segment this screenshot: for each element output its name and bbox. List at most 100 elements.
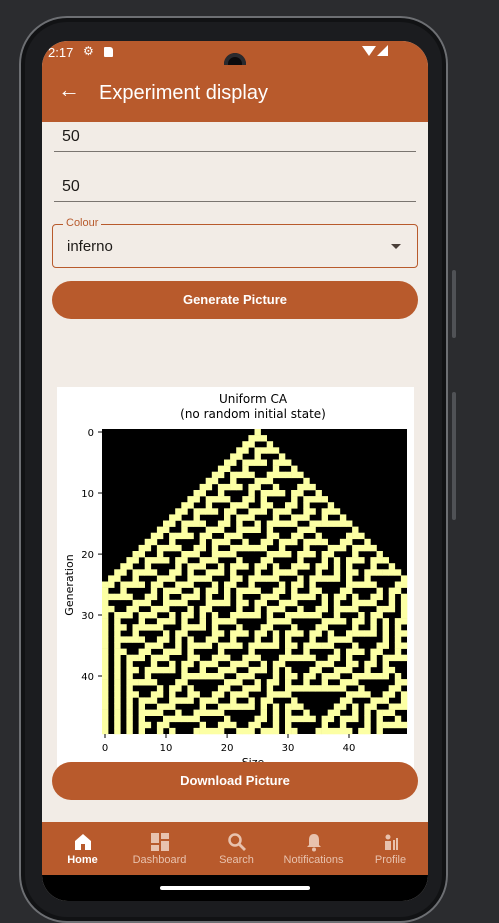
ca-cell bbox=[181, 679, 188, 686]
generations-field[interactable]: 50 bbox=[54, 172, 416, 202]
ca-cell bbox=[236, 532, 243, 540]
ca-cell bbox=[382, 691, 389, 698]
ca-cell bbox=[339, 520, 347, 527]
ca-cell bbox=[260, 459, 267, 466]
ca-cell bbox=[339, 697, 347, 704]
nav-search[interactable]: Search bbox=[198, 822, 275, 875]
ca-cell bbox=[144, 593, 152, 601]
ca-cell bbox=[138, 715, 145, 723]
ca-cell bbox=[230, 691, 237, 698]
nav-dashboard[interactable]: Dashboard bbox=[121, 822, 198, 875]
ca-cell bbox=[144, 648, 152, 655]
ca-cell bbox=[169, 618, 176, 625]
ca-cell bbox=[120, 587, 127, 594]
ca-cell bbox=[309, 715, 316, 723]
ca-cell bbox=[126, 709, 133, 716]
gesture-handle[interactable] bbox=[160, 886, 310, 890]
ca-cell bbox=[102, 593, 109, 601]
ca-cell bbox=[285, 630, 292, 637]
x-tick-label: 20 bbox=[221, 743, 234, 754]
ca-cell bbox=[163, 715, 170, 723]
ca-cell bbox=[382, 654, 389, 662]
ca-cell bbox=[333, 605, 341, 613]
ca-cell bbox=[327, 520, 335, 527]
ca-cell bbox=[224, 538, 231, 546]
ca-cell bbox=[358, 691, 365, 698]
ca-cell bbox=[364, 727, 371, 735]
ca-cell bbox=[217, 465, 225, 472]
ca-cell bbox=[138, 544, 145, 552]
ca-cell bbox=[138, 636, 145, 643]
download-picture-button[interactable]: Download Picture bbox=[52, 762, 418, 800]
ca-cell bbox=[150, 691, 158, 698]
ca-cell bbox=[126, 697, 133, 704]
ca-cell bbox=[382, 630, 389, 637]
ca-cell bbox=[364, 569, 371, 576]
ca-cell bbox=[358, 618, 365, 625]
ca-cell bbox=[346, 727, 353, 735]
ca-cell bbox=[291, 593, 298, 601]
y-tick-label: 20 bbox=[81, 550, 94, 561]
ca-cell bbox=[205, 496, 213, 503]
ca-cell bbox=[291, 673, 298, 680]
ca-cell bbox=[297, 557, 304, 564]
ca-cell bbox=[285, 727, 292, 735]
ca-cell bbox=[376, 642, 383, 649]
ca-cell bbox=[266, 697, 274, 704]
ca-cell bbox=[230, 544, 237, 552]
ca-cell bbox=[321, 685, 328, 692]
ca-cell bbox=[358, 648, 365, 655]
ca-cell bbox=[230, 636, 237, 643]
ca-cell bbox=[102, 673, 109, 680]
ca-cell bbox=[370, 569, 377, 576]
ca-cell bbox=[205, 483, 213, 491]
ca-cell bbox=[339, 685, 347, 692]
ca-cell bbox=[278, 618, 286, 625]
ca-cell bbox=[224, 642, 231, 649]
ca-cell bbox=[181, 618, 188, 625]
ca-cell bbox=[285, 721, 292, 729]
ca-cell bbox=[224, 715, 231, 723]
ca-cell bbox=[114, 593, 121, 601]
nav-profile[interactable]: Profile bbox=[352, 822, 428, 875]
ca-cell bbox=[199, 612, 206, 619]
ca-cell bbox=[376, 612, 383, 619]
ca-cell bbox=[272, 703, 280, 710]
ca-cell bbox=[333, 563, 341, 570]
ca-cell bbox=[278, 587, 286, 594]
ca-cell bbox=[352, 593, 359, 601]
ca-cell bbox=[114, 685, 121, 692]
ca-cell bbox=[333, 575, 341, 582]
ca-cell bbox=[217, 551, 225, 558]
ca-cell bbox=[199, 575, 206, 582]
ca-cell bbox=[132, 581, 139, 588]
ca-cell bbox=[175, 557, 182, 564]
size-field-value: 50 bbox=[62, 128, 80, 145]
ca-cell bbox=[376, 569, 383, 576]
ca-cell bbox=[230, 703, 237, 710]
ca-cell bbox=[291, 502, 298, 509]
ca-cell bbox=[126, 660, 133, 668]
ca-cell bbox=[352, 703, 359, 710]
colour-dropdown[interactable]: Colour inferno bbox=[52, 217, 418, 268]
back-arrow-icon[interactable]: ← bbox=[58, 77, 80, 103]
ca-cell bbox=[150, 666, 158, 674]
ca-cell bbox=[236, 514, 243, 521]
generate-picture-button[interactable]: Generate Picture bbox=[52, 281, 418, 319]
ca-cell bbox=[169, 599, 176, 607]
ca-cell bbox=[400, 697, 408, 704]
nav-home[interactable]: Home bbox=[44, 822, 121, 875]
size-field[interactable]: 50 bbox=[54, 122, 416, 152]
ca-cell bbox=[291, 697, 298, 704]
ca-cell bbox=[303, 654, 310, 662]
ca-cell bbox=[205, 605, 213, 613]
ca-cell bbox=[254, 679, 261, 686]
ca-cell bbox=[321, 508, 328, 515]
ca-cell bbox=[364, 575, 371, 582]
ca-cell bbox=[138, 697, 145, 704]
nav-notifications[interactable]: Notifications bbox=[275, 822, 352, 875]
ca-cell bbox=[370, 544, 377, 552]
ca-cell bbox=[175, 563, 182, 570]
ca-cell bbox=[278, 490, 286, 497]
ca-cell bbox=[144, 679, 152, 686]
